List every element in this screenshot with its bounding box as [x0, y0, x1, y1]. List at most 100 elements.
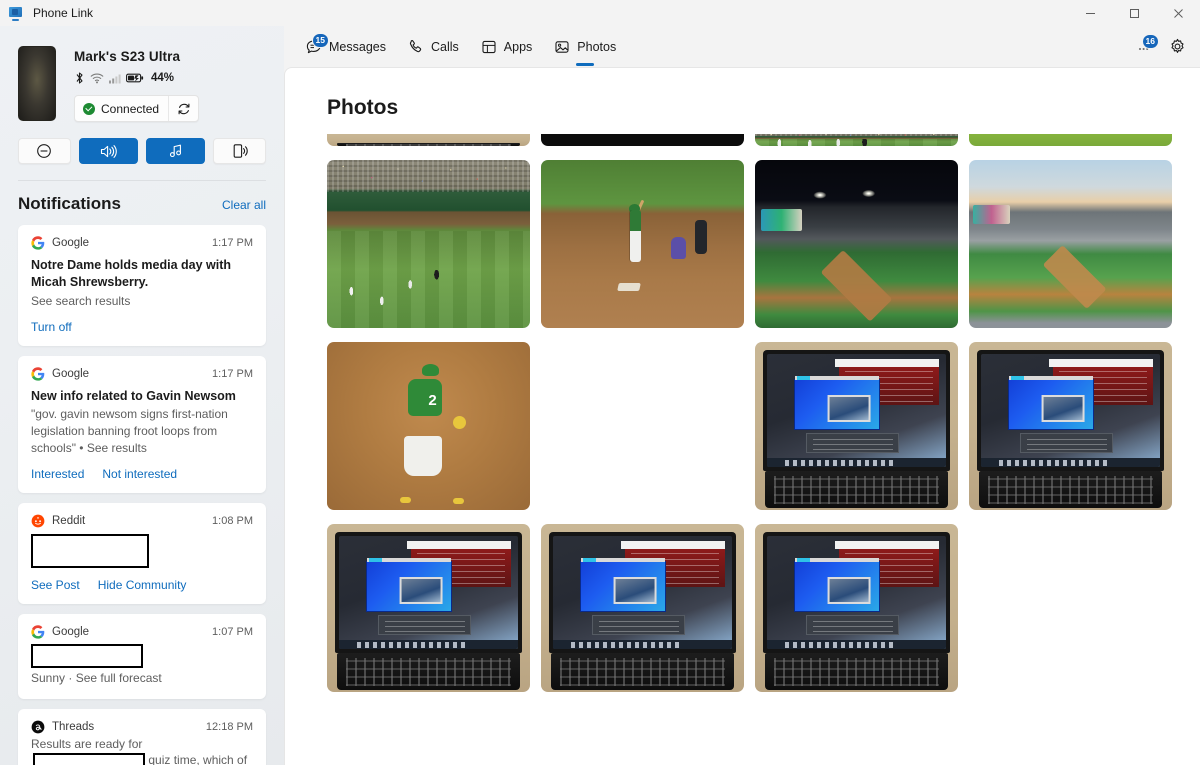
notification-action-hide-community[interactable]: Hide Community [98, 578, 187, 592]
main-pane: 15 Messages Calls Apps Photos 16 Photos … [284, 26, 1200, 765]
photo-thumbnail[interactable] [755, 342, 958, 510]
photo-thumbnail[interactable]: 2 [327, 342, 530, 510]
tab-label-messages: Messages [329, 39, 386, 54]
redacted-content [31, 533, 149, 568]
notification-body-before: Results are ready for [31, 736, 143, 751]
google-icon [31, 366, 45, 381]
photo-thumbnail[interactable] [755, 524, 958, 692]
tab-apps[interactable]: Apps [470, 26, 544, 67]
photo-thumbnail[interactable] [327, 160, 530, 328]
gear-icon [1170, 38, 1184, 53]
notification-card[interactable]: Google 1:17 PM Notre Dame holds media da… [18, 225, 266, 346]
battery-icon [126, 73, 144, 83]
notification-action-not-interested[interactable]: Not interested [102, 467, 177, 481]
photo-thumbnail[interactable] [541, 134, 744, 146]
google-icon [31, 236, 45, 250]
device-thumbnail [18, 46, 56, 121]
photo-thumbnail[interactable] [327, 524, 530, 692]
phone-ring-icon [233, 144, 248, 158]
photo-thumbnail[interactable] [969, 134, 1172, 146]
message-icon: 15 [306, 32, 329, 55]
notification-action-interested[interactable]: Interested [31, 467, 84, 481]
content-area: Photos 2 [284, 67, 1200, 765]
quick-action-do-not-disturb[interactable] [18, 138, 71, 164]
volume-icon [100, 144, 117, 158]
messages-badge: 15 [311, 32, 329, 48]
close-button[interactable] [1156, 0, 1200, 26]
notification-header: Google 1:17 PM [31, 366, 253, 381]
photo-thumbnail[interactable] [969, 160, 1172, 328]
settings-button[interactable] [1162, 32, 1192, 62]
quick-action-volume[interactable] [78, 138, 138, 164]
refresh-icon [178, 103, 189, 114]
notification-card[interactable]: Google 1:07 PM Sunny · See full forecast [18, 613, 266, 699]
photo-grid-gap [969, 524, 1172, 692]
redacted-content [31, 643, 143, 668]
notification-header: Google 1:17 PM [31, 236, 253, 250]
device-name: Mark's S23 Ultra [74, 49, 181, 64]
notification-card[interactable]: Threads 12:18 PM Results are ready for q… [18, 708, 266, 765]
notifications-list: Google 1:17 PM Notre Dame holds media da… [0, 214, 284, 765]
notification-time: 1:07 PM [212, 625, 253, 638]
connected-check-icon [83, 102, 95, 115]
battery-percentage: 44% [151, 72, 175, 84]
notification-action-see-post[interactable]: See Post [31, 578, 80, 592]
photo-grid-clipped-row [285, 120, 1200, 146]
notification-header: Threads 12:18 PM [31, 720, 253, 734]
notification-app-name: Google [52, 237, 90, 249]
quick-action-ringer[interactable] [213, 138, 266, 164]
apps-grid-icon [481, 39, 497, 55]
refresh-button[interactable] [168, 96, 198, 121]
notification-time: 1:08 PM [212, 514, 253, 527]
photo-grid-row: 2 [285, 328, 1200, 510]
phone-icon [408, 39, 424, 55]
notification-body: Sunny · See full forecast [31, 670, 162, 685]
clear-all-button[interactable]: Clear all [222, 198, 266, 212]
photo-thumbnail[interactable] [327, 134, 530, 146]
notification-actions: Interested Not interested [31, 467, 253, 481]
quick-action-music[interactable] [146, 138, 206, 164]
phone-link-window: Phone Link Mark's S23 Ultra 44% Connecte… [0, 0, 1200, 765]
notification-header: Reddit 1:08 PM [31, 514, 253, 528]
photo-thumbnail[interactable] [755, 134, 958, 146]
maximize-button[interactable] [1112, 0, 1156, 26]
notification-app-name: Reddit [52, 514, 86, 527]
more-options-button[interactable]: 16 [1130, 32, 1160, 62]
quick-actions [0, 122, 284, 164]
photo-thumbnail[interactable] [541, 160, 744, 328]
tab-label-calls: Calls [430, 39, 459, 54]
photo-grid-gap [541, 342, 744, 510]
reddit-icon [31, 514, 45, 528]
notification-header: Google 1:07 PM [31, 625, 253, 639]
photo-thumbnail[interactable] [969, 342, 1172, 510]
notification-action-turn-off[interactable]: Turn off [31, 320, 72, 334]
tab-calls[interactable]: Calls [397, 26, 470, 67]
tab-label-photos: Photos [577, 39, 617, 54]
notification-actions: See Post Hide Community [31, 578, 253, 592]
tab-bar: 15 Messages Calls Apps Photos 16 [284, 26, 1200, 67]
tab-photos[interactable]: Photos [543, 26, 627, 67]
window-title: Phone Link [33, 6, 94, 20]
photo-thumbnail[interactable] [541, 524, 744, 692]
notification-body: Results are ready for quiz time, which o… [31, 736, 253, 765]
notification-time: 1:17 PM [212, 237, 253, 249]
wifi-icon [90, 73, 104, 84]
google-icon [31, 625, 45, 639]
photo-thumbnail[interactable] [755, 160, 958, 328]
notification-card[interactable]: Google 1:17 PM New info related to Gavin… [18, 355, 266, 493]
threads-icon [31, 720, 45, 733]
notification-title: New info related to Gavin Newsom [31, 388, 236, 403]
photo-grid-row [285, 146, 1200, 328]
cellular-signal-icon [109, 74, 121, 83]
device-status-row: 44% [74, 71, 199, 85]
notification-card[interactable]: Reddit 1:08 PM See Post Hide Community [18, 502, 266, 604]
connection-status-pill: Connected [74, 95, 200, 122]
photo-icon [554, 39, 570, 55]
notification-time: 1:17 PM [212, 367, 253, 380]
sidebar: Mark's S23 Ultra 44% Connected Notificat… [0, 26, 284, 765]
minimize-button[interactable] [1068, 0, 1112, 26]
do-not-disturb-icon [37, 144, 52, 158]
notifications-header: Notifications Clear all [0, 181, 284, 214]
tab-messages[interactable]: 15 Messages [295, 26, 397, 67]
notifications-heading: Notifications [18, 194, 121, 213]
